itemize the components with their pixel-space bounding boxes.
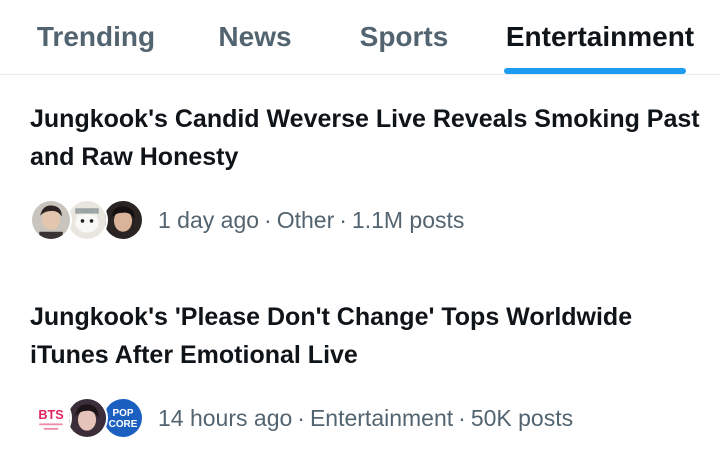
tab-sports[interactable]: Sports — [318, 0, 490, 74]
trend-story[interactable]: Jungkook's 'Please Don't Change' Tops Wo… — [0, 273, 720, 461]
trend-story[interactable]: Jungkook's Candid Weverse Live Reveals S… — [0, 75, 720, 273]
separator-dot: · — [264, 206, 272, 233]
story-time: 14 hours ago — [158, 404, 293, 431]
popcore-logo-text-bottom: CORE — [109, 419, 138, 430]
story-meta-row: 1 day ago · Other · 1.1M posts — [30, 198, 464, 242]
tab-label: Sports — [359, 21, 449, 52]
cat-meme-icon — [66, 199, 108, 241]
story-post-count: 1.1M posts — [351, 206, 465, 233]
separator-dot: · — [339, 206, 347, 233]
person-photo-icon — [102, 199, 144, 241]
story-meta-row: BTS POP CORE 14 hours ago · Entertainment · 5… — [30, 396, 573, 440]
story-post-count: 50K posts — [470, 404, 574, 431]
story-category: Other — [276, 206, 335, 233]
tab-label: Trending — [36, 21, 156, 52]
person-photo-icon — [30, 199, 72, 241]
tab-label: Entertainment — [505, 21, 695, 52]
avatar-stack: BTS POP CORE — [30, 396, 144, 440]
story-meta: 14 hours ago · Entertainment · 50K posts — [158, 405, 573, 432]
separator-dot: · — [297, 404, 305, 431]
story-headline: Jungkook's 'Please Don't Change' Tops Wo… — [30, 303, 633, 369]
story-category: Entertainment — [309, 404, 454, 431]
popcore-logo-icon: POP CORE — [102, 397, 144, 439]
bts-logo-text: BTS — [38, 408, 63, 422]
avatar-stack — [30, 198, 144, 242]
separator-dot: · — [458, 404, 466, 431]
active-tab-indicator — [504, 68, 686, 74]
bts-logo-icon: BTS — [30, 397, 72, 439]
tab-bar: Trending News Sports Entertainment — [0, 0, 720, 75]
popcore-logo-text-top: POP — [113, 408, 134, 419]
story-meta: 1 day ago · Other · 1.1M posts — [158, 207, 464, 234]
story-headline: Jungkook's Candid Weverse Live Reveals S… — [30, 105, 700, 171]
story-time: 1 day ago — [158, 206, 260, 233]
person-photo-icon — [66, 397, 108, 439]
tab-entertainment[interactable]: Entertainment — [490, 0, 710, 74]
tab-news[interactable]: News — [192, 0, 318, 74]
tab-label: News — [218, 21, 292, 52]
tab-trending[interactable]: Trending — [0, 0, 192, 74]
